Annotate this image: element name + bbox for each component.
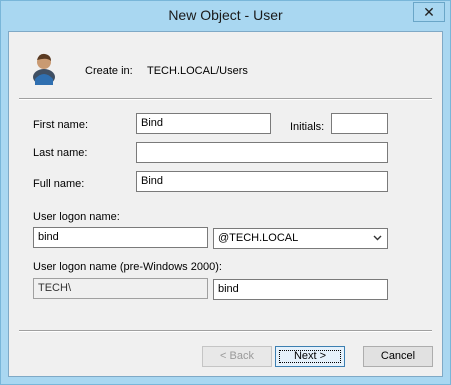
first-name-field[interactable]: Bind <box>136 113 271 134</box>
chevron-down-icon <box>373 235 382 241</box>
pre2000-logon-field[interactable]: bind <box>213 279 388 300</box>
initials-label: Initials: <box>290 121 325 133</box>
full-name-field[interactable]: Bind <box>136 171 388 192</box>
footer-separator <box>19 330 432 332</box>
pre2000-domain-field: TECH\ <box>33 278 208 299</box>
create-in-path: TECH.LOCAL/Users <box>147 65 248 77</box>
user-icon <box>33 53 55 85</box>
initials-field[interactable] <box>331 113 388 134</box>
dialog-window: New Object - User ✕ Create in: TECH.LOCA… <box>0 0 451 385</box>
focus-rect <box>279 350 341 363</box>
dialog-content: Create in: TECH.LOCAL/Users First name: … <box>8 31 443 377</box>
close-icon: ✕ <box>423 3 435 20</box>
full-name-label: Full name: <box>33 178 85 190</box>
last-name-field[interactable] <box>136 142 388 163</box>
domain-select[interactable]: @TECH.LOCAL <box>213 228 388 249</box>
logon-name-field[interactable]: bind <box>33 227 208 248</box>
cancel-button[interactable]: Cancel <box>363 346 433 367</box>
domain-selected-value: @TECH.LOCAL <box>218 232 299 244</box>
create-in-label: Create in: <box>85 65 133 77</box>
next-button[interactable]: Next > <box>275 346 345 367</box>
header-separator <box>19 98 432 100</box>
last-name-label: Last name: <box>33 147 88 159</box>
back-button[interactable]: < Back <box>202 346 272 367</box>
close-button[interactable]: ✕ <box>413 2 445 22</box>
window-title: New Object - User <box>168 7 283 23</box>
first-name-label: First name: <box>33 119 89 131</box>
logon-name-label: User logon name: <box>33 211 120 223</box>
pre2000-label: User logon name (pre-Windows 2000): <box>33 261 222 273</box>
title-bar[interactable]: New Object - User ✕ <box>1 1 450 31</box>
